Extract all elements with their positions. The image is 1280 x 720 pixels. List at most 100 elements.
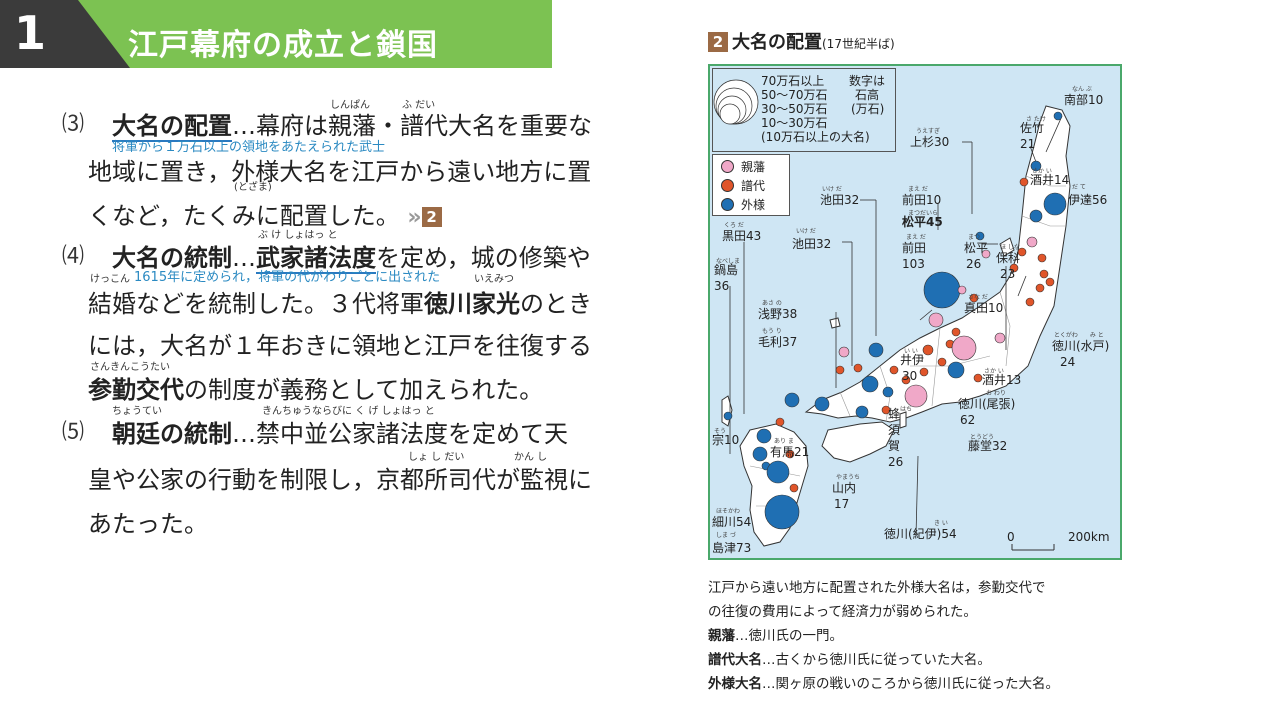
ruby: いけ だ bbox=[822, 186, 842, 193]
text: 地域に置き， bbox=[88, 158, 232, 186]
ruby: はち bbox=[900, 406, 913, 413]
figure-number-badge: 2 bbox=[708, 32, 728, 52]
label-matsudaira26-num: 26 bbox=[966, 257, 982, 271]
caption-tozama: 外様大名…関ヶ原の戦いのころから徳川氏に従った大名。 bbox=[708, 672, 1128, 692]
term-iemitsu: 徳川家光 bbox=[424, 290, 520, 318]
label-hachisuka-1: 蜂 bbox=[888, 407, 901, 421]
marker-f19 bbox=[775, 417, 785, 427]
ruby: しま づ bbox=[716, 532, 736, 539]
label-nanbu: 南部10 bbox=[1064, 93, 1104, 107]
ruby: まえ だ bbox=[908, 186, 928, 193]
ruby: まつ bbox=[968, 234, 981, 241]
marker-hachisuka bbox=[855, 405, 869, 419]
ruby: ほ しな bbox=[1000, 244, 1020, 251]
text: …古くから徳川氏に従っていた大名。 bbox=[762, 652, 991, 668]
marker-ikeda32b bbox=[861, 375, 879, 393]
p5-line-3: あたった。 bbox=[88, 510, 208, 538]
p4-line-3: には，大名が１年おきに領地と江戸を往復する bbox=[88, 332, 592, 360]
ruby: き い bbox=[934, 520, 948, 527]
text: 結婚などを統制した。３代将軍 bbox=[88, 290, 424, 318]
note-bukeshohatto: 1615年に定められ，将軍の代がわりごとに出された bbox=[134, 270, 441, 285]
daimyo-map: 70万石以上 50〜70万石 30〜50万石 10〜30万石 (10万石以上の大… bbox=[708, 64, 1122, 560]
marker-f14 bbox=[889, 365, 899, 375]
term-sankinkotai: 参勤交代 bbox=[88, 376, 184, 404]
label-ii-num: 30 bbox=[902, 369, 918, 383]
label-ikeda32b: 池田32 bbox=[792, 237, 832, 251]
marker-f8 bbox=[951, 327, 961, 337]
marker-f18 bbox=[784, 392, 800, 408]
marker-s1 bbox=[928, 312, 944, 328]
caption-line-2: の往復の費用によって経済力が弱められた。 bbox=[708, 604, 977, 620]
ruby: いけ だ bbox=[796, 228, 816, 235]
awaji-island bbox=[899, 411, 907, 429]
label-matsudaira26: 松平 bbox=[964, 241, 989, 255]
label-nabeshima-num: 36 bbox=[714, 279, 730, 293]
item-number: ⑸ bbox=[62, 420, 85, 445]
ruby: ほそかわ bbox=[716, 508, 741, 515]
legend-tozama: 外様 bbox=[741, 198, 766, 212]
ruby: うえすぎ bbox=[916, 128, 941, 135]
tozama-dot-icon bbox=[721, 198, 734, 211]
marker-f2 bbox=[1039, 269, 1049, 279]
label-date: 伊達56 bbox=[1068, 193, 1108, 207]
caption-term-shinpan: 親藩 bbox=[708, 628, 735, 644]
caption-shinpan: 親藩…徳川氏の一門。 bbox=[708, 624, 1128, 644]
marker-yamauchi bbox=[814, 396, 830, 412]
label-hoshina: 保科 bbox=[996, 251, 1021, 265]
section-title: 江戸幕府の成立と鎖国 bbox=[128, 28, 438, 63]
marker-todo bbox=[947, 361, 965, 379]
marker-kuroda bbox=[756, 428, 772, 444]
label-hachisuka-num: 26 bbox=[888, 455, 904, 469]
marker-mito bbox=[994, 332, 1006, 344]
reference-arrow-icon: » bbox=[407, 205, 422, 230]
figure-reference-badge[interactable]: 2 bbox=[421, 207, 442, 227]
label-so: 宗10 bbox=[712, 433, 740, 447]
label-shimazu: 島津73 bbox=[712, 541, 752, 555]
marker-f10 bbox=[937, 357, 947, 367]
p3-line-2: 地域に置き，外様大名を江戸から遠い地方に置 bbox=[88, 152, 591, 187]
marker-f7 bbox=[1025, 297, 1035, 307]
label-maeda103-num: 103 bbox=[902, 257, 925, 271]
label-yamauchi: 山内 bbox=[832, 481, 857, 495]
marker-hoshina bbox=[1026, 236, 1038, 248]
marker-matsudaira45 bbox=[957, 285, 967, 295]
ruby: あり ま bbox=[774, 438, 794, 445]
ruby: なん ぶ bbox=[1072, 86, 1092, 93]
text: 禁中並公家諸法度を定めて天 bbox=[256, 420, 568, 448]
label-hachisuka-2: 須 bbox=[888, 423, 901, 437]
label-mori: 毛利37 bbox=[758, 335, 798, 349]
shikoku-island bbox=[821, 421, 895, 463]
label-hoshina-num: 23 bbox=[1000, 267, 1016, 281]
caption-line-1: 江戸から遠い地方に配置された外様大名は，参勤交代で bbox=[708, 580, 1046, 596]
marker-hosokawa bbox=[766, 460, 790, 484]
label-todo: 藤堂32 bbox=[968, 439, 1008, 453]
caption-term-tozama: 外様大名 bbox=[708, 676, 762, 692]
scale-200km: 200km bbox=[1068, 530, 1110, 544]
figure-title: 2 大名の配置(17世紀半ば) bbox=[708, 28, 895, 54]
label-owari-num: 62 bbox=[960, 413, 976, 427]
legend-size-note: (10万石以上の大名) bbox=[761, 130, 870, 144]
label-hosokawa: 細川54 bbox=[712, 515, 752, 529]
figure-subtitle: (17世紀半ば) bbox=[822, 37, 895, 51]
ruby-tozama: (とざま) bbox=[234, 182, 272, 193]
section-number: 1 bbox=[14, 6, 47, 60]
marker-f11 bbox=[919, 367, 929, 377]
label-yamauchi-num: 17 bbox=[834, 497, 850, 511]
marker-f15 bbox=[853, 363, 863, 373]
text: 大名を重要な bbox=[448, 112, 592, 140]
text: のとき bbox=[520, 290, 592, 318]
text: …関ヶ原の戦いのころから徳川氏に従った大名。 bbox=[762, 676, 1059, 692]
marker-f3 bbox=[1035, 283, 1045, 293]
honshu-island bbox=[804, 105, 1071, 423]
legend-size-30-50: 30〜50万石 bbox=[761, 102, 828, 116]
text: 大名を江戸から遠い地方に置 bbox=[279, 158, 592, 186]
section-header: 1 江戸幕府の成立と鎖国 bbox=[0, 0, 552, 68]
scale-zero: 0 bbox=[1007, 530, 1015, 544]
term-fudai: 譜代 bbox=[400, 112, 448, 140]
text: の制度が義務として加えられた。 bbox=[184, 376, 544, 404]
ruby: だ て bbox=[1072, 184, 1086, 191]
marker-f1 bbox=[1037, 253, 1047, 263]
label-maeda10: 前田10 bbox=[902, 193, 942, 207]
marker-owari bbox=[951, 335, 977, 361]
label-sakai14: 酒井14 bbox=[1030, 173, 1070, 187]
